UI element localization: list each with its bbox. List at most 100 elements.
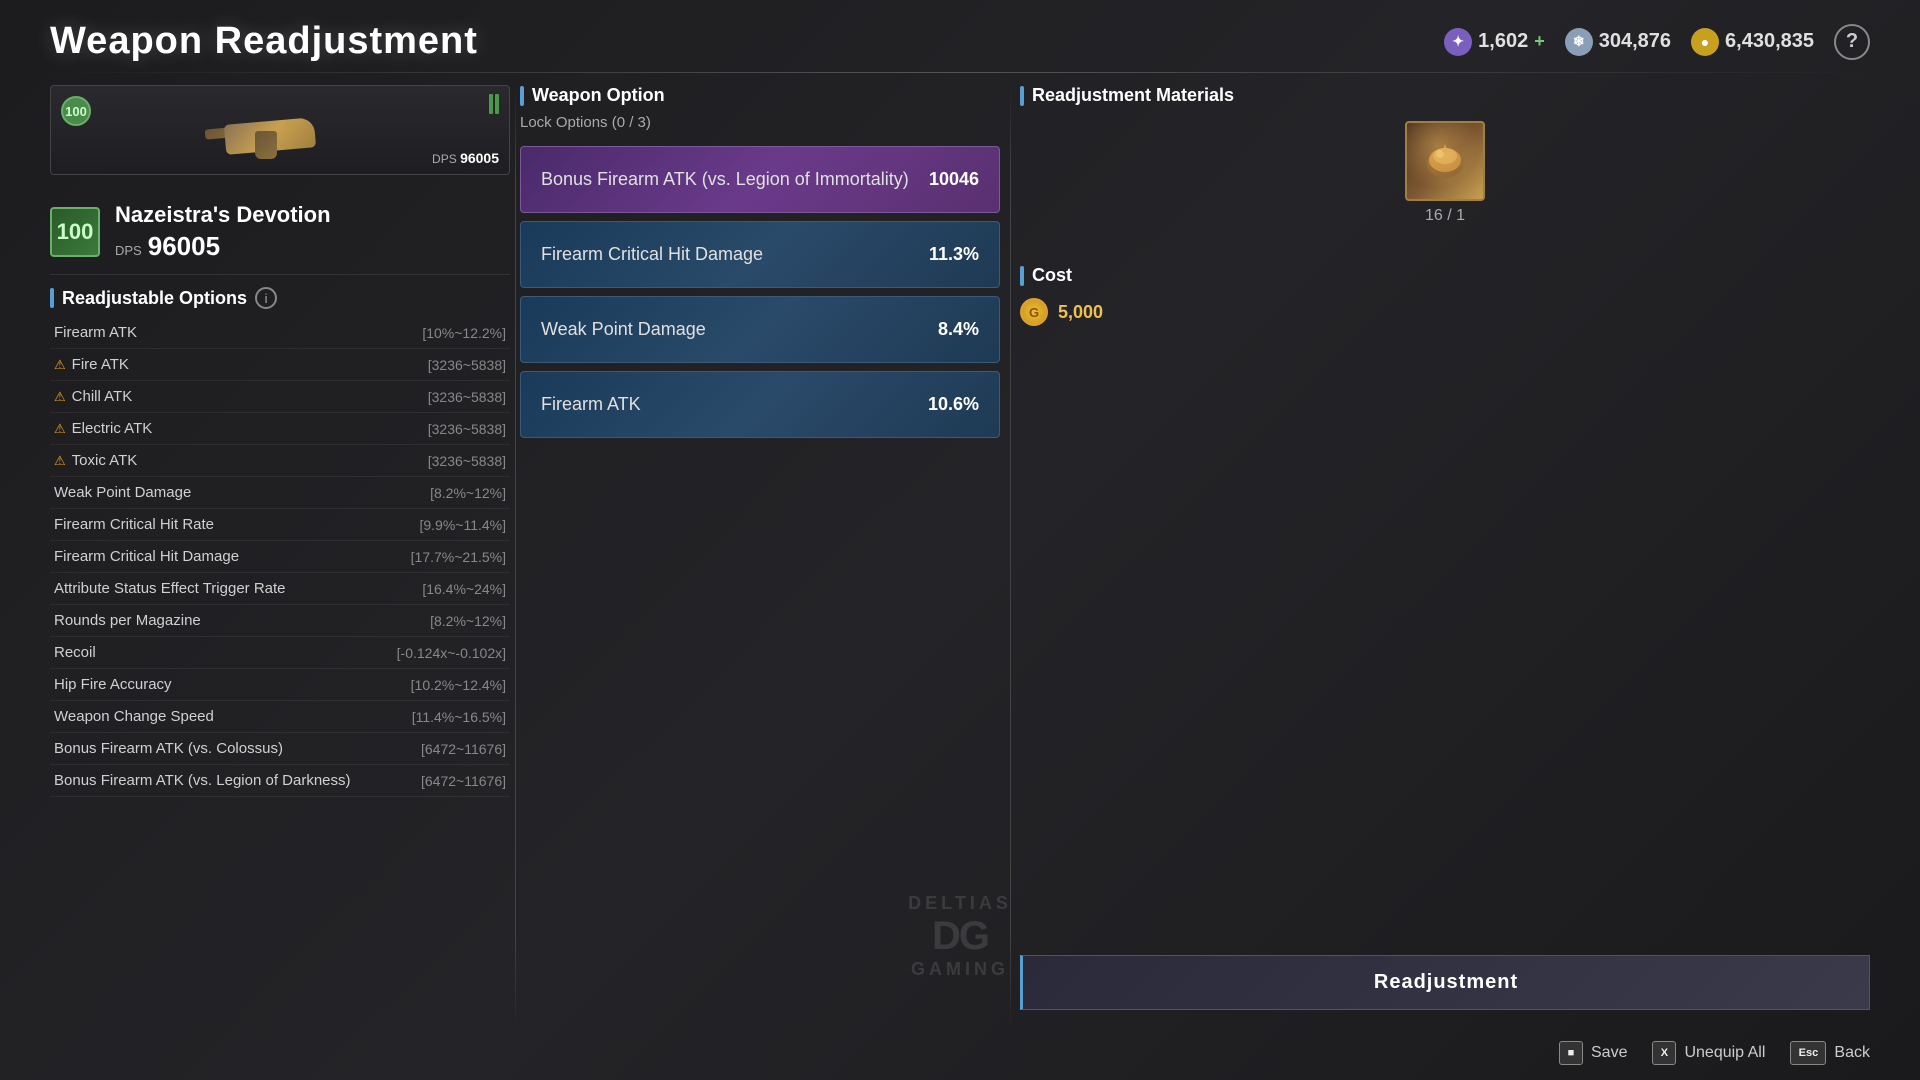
- option-row[interactable]: Weak Point Damage[8.2%~12%]: [50, 477, 510, 509]
- materials-title: Readjustment Materials: [1032, 85, 1234, 106]
- option-card-value: 10.6%: [928, 394, 979, 415]
- weapon-level-badge-small: 100: [61, 96, 91, 126]
- readjustable-options-header: Readjustable Options i: [50, 287, 510, 309]
- option-card-value: 8.4%: [938, 319, 979, 340]
- readjustment-button[interactable]: Readjustment: [1020, 955, 1870, 1010]
- weapon-image-area: [101, 96, 459, 166]
- weapon-option-section-bar: [520, 86, 524, 106]
- weapon-option-card-3[interactable]: Firearm ATK 10.6%: [520, 371, 1000, 438]
- option-range: [3236~5838]: [428, 421, 506, 437]
- option-range: [8.2%~12%]: [430, 613, 506, 629]
- option-row[interactable]: Bonus Firearm ATK (vs. Legion of Darknes…: [50, 765, 510, 797]
- option-name: Weapon Change Speed: [54, 708, 214, 725]
- weapon-name: Nazeistra's Devotion: [115, 202, 331, 228]
- unequip-label: Unequip All: [1684, 1044, 1765, 1062]
- save-label: Save: [1591, 1044, 1627, 1062]
- weapon-option-card-2[interactable]: Weak Point Damage 8.4%: [520, 296, 1000, 363]
- option-range: [6472~11676]: [421, 741, 506, 757]
- purple-currency-value: 1,602: [1478, 30, 1528, 53]
- header-currencies: ✦ 1,602 + ❄ 304,876 ● 6,430,835 ?: [1444, 24, 1870, 60]
- option-row[interactable]: Hip Fire Accuracy[10.2%~12.4%]: [50, 669, 510, 701]
- option-row[interactable]: Firearm ATK[10%~12.2%]: [50, 317, 510, 349]
- plus-icon[interactable]: +: [1534, 31, 1545, 52]
- option-row[interactable]: ⚠Chill ATK[3236~5838]: [50, 381, 510, 413]
- gold-currency-value: 6,430,835: [1725, 30, 1814, 53]
- back-action[interactable]: Esc Back: [1790, 1041, 1870, 1065]
- option-name: Weak Point Damage: [54, 484, 191, 501]
- option-card-value: 10046: [929, 169, 979, 190]
- weapon-level-large: 100: [50, 207, 100, 257]
- weapon-option-title: Weapon Option: [532, 85, 665, 106]
- warning-icon: ⚠: [54, 453, 66, 469]
- weapon-image: [205, 104, 355, 159]
- option-name: ⚠Fire ATK: [54, 356, 129, 373]
- purple-currency-icon: ✦: [1444, 28, 1472, 56]
- option-row[interactable]: Bonus Firearm ATK (vs. Colossus) [6472~11…: [50, 733, 510, 765]
- option-row[interactable]: Weapon Change Speed [11.4%~16.5%]: [50, 701, 510, 733]
- option-name: Rounds per Magazine: [54, 612, 201, 629]
- option-range: [17.7%~21.5%]: [411, 549, 506, 565]
- bottom-bar: ■ Save X Unequip All Esc Back: [1559, 1041, 1870, 1065]
- currency-silver: ❄ 304,876: [1565, 28, 1671, 56]
- option-name: Bonus Firearm ATK (vs. Legion of Darknes…: [54, 772, 351, 789]
- option-card-name: Firearm ATK: [541, 394, 641, 415]
- header: Weapon Readjustment ✦ 1,602 + ❄ 304,876 …: [50, 20, 1870, 63]
- currency-purple: ✦ 1,602 +: [1444, 28, 1545, 56]
- materials-section-bar: [1020, 86, 1024, 106]
- weapon-dps-value: 96005: [148, 231, 220, 262]
- option-name: Firearm Critical Hit Damage: [54, 548, 239, 565]
- page-title: Weapon Readjustment: [50, 20, 478, 63]
- back-label: Back: [1834, 1044, 1870, 1062]
- equip-bars: [489, 94, 499, 114]
- option-row[interactable]: ⚠Toxic ATK[3236~5838]: [50, 445, 510, 477]
- option-row[interactable]: ⚠Fire ATK[3236~5838]: [50, 349, 510, 381]
- divider-mid-right: [1010, 85, 1011, 1030]
- unequip-action[interactable]: X Unequip All: [1652, 1041, 1765, 1065]
- gold-currency-icon: ●: [1691, 28, 1719, 56]
- left-panel: 100 DPS 96005 100 Nazeistra's Devoti: [50, 85, 510, 1030]
- option-name: Attribute Status Effect Trigger Rate: [54, 580, 286, 597]
- option-row[interactable]: Rounds per Magazine [8.2%~12%]: [50, 605, 510, 637]
- equip-bar-1: [489, 94, 493, 114]
- weapon-option-card-1[interactable]: Firearm Critical Hit Damage11.3%: [520, 221, 1000, 288]
- weapon-dps-label: DPS: [115, 243, 142, 258]
- warning-icon: ⚠: [54, 421, 66, 437]
- option-range: [10.2%~12.4%]: [411, 677, 506, 693]
- option-card-name: Weak Point Damage: [541, 319, 706, 340]
- cost-title: Cost: [1032, 265, 1072, 286]
- option-row[interactable]: Firearm Critical Hit Rate[9.9%~11.4%]: [50, 509, 510, 541]
- option-name: ⚠Toxic ATK: [54, 452, 137, 469]
- info-icon[interactable]: i: [255, 287, 277, 309]
- equip-bar-2: [495, 94, 499, 114]
- option-name: ⚠Chill ATK: [54, 388, 132, 405]
- weapon-info: 100 Nazeistra's Devotion DPS 96005: [50, 190, 510, 275]
- right-panel: Readjustment Materials 16 / 1: [1020, 85, 1870, 1030]
- gun-handle: [255, 131, 277, 159]
- weapon-card-dps: DPS 96005: [432, 150, 499, 166]
- save-action: ■ Save: [1559, 1041, 1627, 1065]
- middle-panel: Weapon Option Lock Options (0 / 3) Bonus…: [520, 85, 1000, 1030]
- dps-card-value: 96005: [460, 150, 499, 166]
- dps-label-text: DPS: [432, 152, 457, 166]
- cost-row: G 5,000: [1020, 298, 1870, 326]
- option-row[interactable]: Firearm Critical Hit Damage [17.7%~21.5%]: [50, 541, 510, 573]
- option-name: Firearm Critical Hit Rate: [54, 516, 214, 533]
- option-card-name: Firearm Critical Hit Damage: [541, 244, 763, 265]
- help-button[interactable]: ?: [1834, 24, 1870, 60]
- option-name: Recoil: [54, 644, 96, 661]
- material-count: 16 / 1: [1425, 207, 1465, 225]
- weapon-card: 100 DPS 96005: [50, 85, 510, 175]
- option-range: [6472~11676]: [421, 773, 506, 789]
- option-row[interactable]: Attribute Status Effect Trigger Rate[16.…: [50, 573, 510, 605]
- readjustable-options-list: Firearm ATK[10%~12.2%]⚠Fire ATK[3236~583…: [50, 317, 510, 797]
- material-item: 16 / 1: [1020, 121, 1870, 225]
- option-row[interactable]: Recoil [-0.124x~-0.102x]: [50, 637, 510, 669]
- currency-gold: ● 6,430,835: [1691, 28, 1814, 56]
- weapon-option-card-0[interactable]: Bonus Firearm ATK (vs. Legion of Immorta…: [520, 146, 1000, 213]
- option-row[interactable]: ⚠Electric ATK[3236~5838]: [50, 413, 510, 445]
- option-name: Bonus Firearm ATK (vs. Colossus): [54, 740, 283, 757]
- option-range: [-0.124x~-0.102x]: [397, 645, 506, 661]
- readjustable-options-title: Readjustable Options: [62, 288, 247, 309]
- option-range: [11.4%~16.5%]: [412, 709, 506, 725]
- lock-options-label: Lock Options (0 / 3): [520, 114, 1000, 131]
